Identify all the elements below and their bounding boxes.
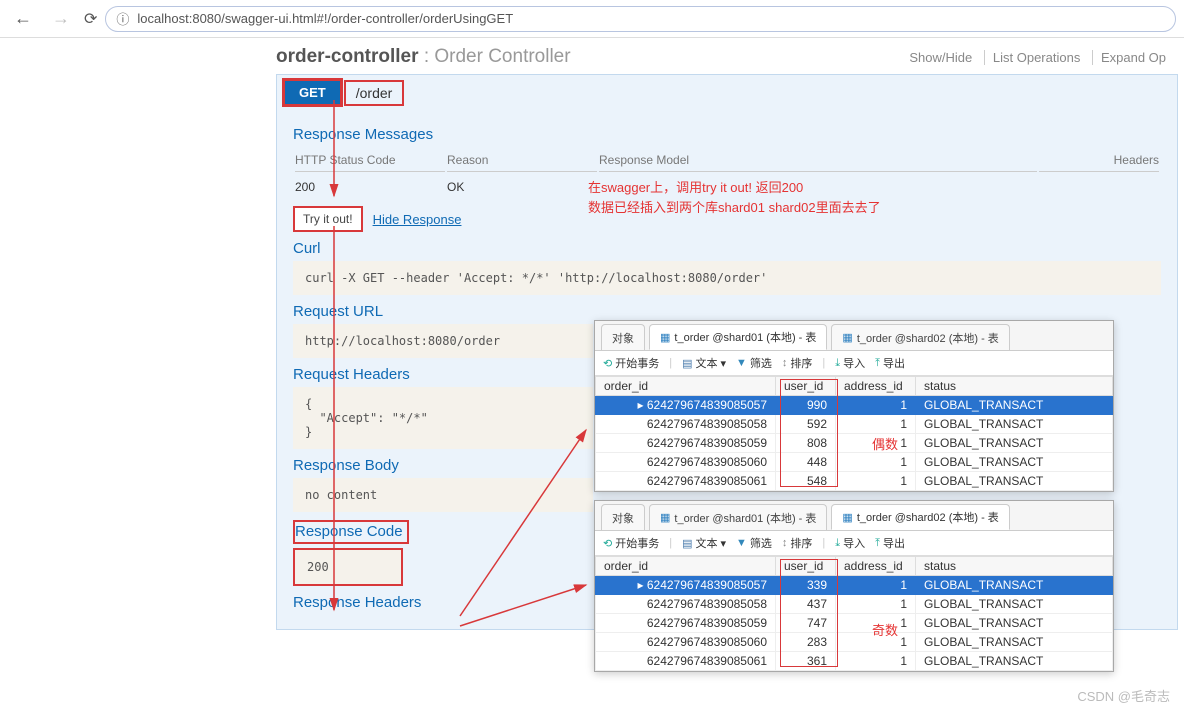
db-toolbar: ⟲开始事务 | ▤文本 ▾ ▼筛选 ↕排序 | ⤓导入 ⤒导出 [595,531,1113,556]
operation-header[interactable]: GET /order [277,75,1177,110]
watermark: CSDN @毛奇志 [1077,686,1170,705]
table-row[interactable]: ▸ 6242796748390850573391GLOBAL_TRANSACT [596,576,1113,595]
table-row[interactable]: 6242796748390850585921GLOBAL_TRANSACT [596,415,1113,434]
section-response-code: Response Code [293,520,409,544]
url-bar[interactable]: ⓘ localhost:8080/swagger-ui.html#!/order… [105,6,1176,32]
db-tab-shard01[interactable]: ▦t_order @shard01 (本地) - 表 [649,504,827,530]
tb-import[interactable]: ⤓导入 [835,355,865,371]
method-badge: GET [283,79,342,106]
db-grid-shard01[interactable]: order_id user_id address_id status ▸ 624… [595,376,1113,491]
info-icon: ⓘ [116,9,129,28]
response-body-box: no content [293,478,593,512]
col-headers: Headers [1039,149,1159,172]
annotation-text: 在swagger上，调用try it out! 返回200 数据已经插入到两个库… [588,178,881,217]
tb-text[interactable]: ▤文本 ▾ [682,355,726,371]
tb-sort[interactable]: ↕排序 [782,535,813,551]
reason-value: OK [447,174,597,200]
db-panel-shard01: 对象 ▦t_order @shard01 (本地) - 表 ▦t_order @… [594,320,1114,492]
col-order-id: order_id [596,377,776,396]
op-list[interactable]: List Operations [984,50,1088,65]
reload-button[interactable]: ⟳ [84,9,97,29]
section-request-url: Request URL [293,303,1161,320]
table-row[interactable]: 6242796748390850602831GLOBAL_TRANSACT [596,633,1113,652]
table-row[interactable]: 6242796748390850615481GLOBAL_TRANSACT [596,472,1113,491]
col-status: status [916,377,1113,396]
col-user-id: user_id [776,377,836,396]
db-tab-object[interactable]: 对象 [601,324,645,350]
db-panel-shard02: 对象 ▦t_order @shard01 (本地) - 表 ▦t_order @… [594,500,1114,672]
operation-path: /order [344,80,405,106]
tb-import[interactable]: ⤓导入 [835,535,865,551]
forward-button[interactable]: → [46,8,76,29]
op-expand[interactable]: Expand Op [1092,50,1174,65]
odd-label: 奇数 [872,620,898,639]
browser-toolbar: ← → ⟳ ⓘ localhost:8080/swagger-ui.html#!… [0,0,1184,38]
tb-begin-transaction[interactable]: ⟲开始事务 [603,355,659,371]
col-user-id: user_id [776,557,836,576]
tb-sort[interactable]: ↕排序 [782,355,813,371]
table-row[interactable]: 6242796748390850613611GLOBAL_TRANSACT [596,652,1113,671]
table-row[interactable]: 6242796748390850597471GLOBAL_TRANSACT [596,614,1113,633]
tb-export[interactable]: ⤒导出 [875,535,905,551]
table-icon: ▦ [842,331,852,344]
col-model: Response Model [599,149,1037,172]
back-button[interactable]: ← [8,8,38,29]
request-headers-box: { "Accept": "*/*" } [293,387,593,449]
controller-header: order-controller : Order Controller Show… [276,38,1184,74]
table-row[interactable]: 6242796748390850604481GLOBAL_TRANSACT [596,453,1113,472]
col-status: status [916,557,1113,576]
table-row[interactable]: ▸ 6242796748390850579901GLOBAL_TRANSACT [596,396,1113,415]
db-grid-shard02[interactable]: order_id user_id address_id status ▸ 624… [595,556,1113,671]
col-order-id: order_id [596,557,776,576]
controller-name[interactable]: order-controller [276,46,419,67]
table-icon: ▦ [660,511,670,524]
db-tab-shard02[interactable]: ▦t_order @shard02 (本地) - 表 [831,324,1009,350]
section-response-messages: Response Messages [293,126,1161,143]
request-url-box: http://localhost:8080/order [293,324,593,358]
try-it-out-button[interactable]: Try it out! [293,206,363,232]
col-reason: Reason [447,149,597,172]
tb-export[interactable]: ⤒导出 [875,355,905,371]
col-status-code: HTTP Status Code [295,149,445,172]
tb-filter[interactable]: ▼筛选 [736,355,772,371]
tb-filter[interactable]: ▼筛选 [736,535,772,551]
hide-response-link[interactable]: Hide Response [373,212,462,227]
tb-text[interactable]: ▤文本 ▾ [682,535,726,551]
op-showhide[interactable]: Show/Hide [901,50,980,65]
curl-box: curl -X GET --header 'Accept: */*' 'http… [293,261,1161,295]
db-tab-shard01[interactable]: ▦t_order @shard01 (本地) - 表 [649,324,827,350]
table-row[interactable]: 6242796748390850584371GLOBAL_TRANSACT [596,595,1113,614]
table-icon: ▦ [660,331,670,344]
controller-ops: Show/Hide List Operations Expand Op [901,50,1174,65]
table-icon: ▦ [842,511,852,524]
tb-begin-transaction[interactable]: ⟲开始事务 [603,535,659,551]
controller-sub: : Order Controller [424,46,571,67]
col-address-id: address_id [836,377,916,396]
url-text: localhost:8080/swagger-ui.html#!/order-c… [137,11,513,26]
db-tab-object[interactable]: 对象 [601,504,645,530]
response-code-box: 200 [293,548,403,586]
col-address-id: address_id [836,557,916,576]
table-row[interactable]: 6242796748390850598081GLOBAL_TRANSACT [596,434,1113,453]
status-code-value: 200 [295,174,445,200]
section-curl: Curl [293,240,1161,257]
db-toolbar: ⟲开始事务 | ▤文本 ▾ ▼筛选 ↕排序 | ⤓导入 ⤒导出 [595,351,1113,376]
db-tab-shard02[interactable]: ▦t_order @shard02 (本地) - 表 [831,504,1009,530]
even-label: 偶数 [872,434,898,453]
